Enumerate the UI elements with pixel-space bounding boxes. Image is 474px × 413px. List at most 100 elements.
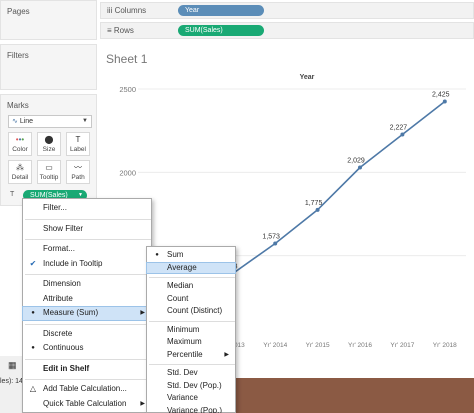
tooltip-label: Tooltip xyxy=(39,174,59,181)
menu-separator xyxy=(25,379,151,380)
rows-icon: ≡ xyxy=(107,26,112,35)
x-tick-label: Yr' 2014 xyxy=(263,342,287,349)
menu-item-include-in-tooltip[interactable]: ✔ Include in Tooltip xyxy=(23,258,151,271)
menu-item-format[interactable]: Format... xyxy=(23,243,151,256)
path-icon: 〰 xyxy=(74,163,82,172)
aggregation-submenu[interactable]: ● Sum Average Median Count Count (Distinct) Mi… xyxy=(146,246,236,413)
chart-title: Year xyxy=(300,74,315,81)
menu-item-label: Discrete xyxy=(43,328,73,338)
menu-separator xyxy=(25,239,151,240)
filters-pane[interactable]: Filters xyxy=(0,44,97,90)
menu-item-label: Std. Dev (Pop.) xyxy=(167,380,222,390)
data-label: 2,425 xyxy=(432,92,450,99)
x-tick-label: Yr' 2016 xyxy=(348,342,372,349)
submenu-item-std-dev[interactable]: Std. Dev xyxy=(147,368,235,379)
menu-separator xyxy=(149,320,235,322)
menu-item-show-filter[interactable]: Show Filter xyxy=(23,223,151,236)
color-button[interactable]: ••• Color xyxy=(8,132,32,156)
menu-separator xyxy=(25,218,151,220)
tooltip-button[interactable]: ▭ Tooltip xyxy=(37,160,61,184)
rows-shelf[interactable]: ≡ Rows SUM(Sales) xyxy=(100,22,474,39)
sum-sales-rows-pill[interactable]: SUM(Sales) xyxy=(178,25,264,36)
detail-button[interactable]: ⁂ Detail xyxy=(8,160,32,184)
rows-pill-label: SUM(Sales) xyxy=(185,27,223,34)
rows-label-text: Rows xyxy=(113,26,134,35)
y-tick-label: 2500 xyxy=(119,85,136,94)
submenu-arrow-icon: ▶ xyxy=(140,400,145,407)
menu-item-label: Count xyxy=(167,293,189,303)
size-icon: ⬤ xyxy=(44,135,54,144)
menu-item-label: Include in Tooltip xyxy=(43,258,103,268)
data-point xyxy=(358,165,362,170)
label-label: Label xyxy=(70,146,86,153)
data-point xyxy=(400,132,405,137)
menu-item-label: Continuous xyxy=(43,343,84,352)
filters-label: Filters xyxy=(7,51,29,60)
menu-item-continuous[interactable]: ● Continuous xyxy=(23,342,151,355)
submenu-item-minimum[interactable]: Minimum xyxy=(147,325,235,336)
menu-item-quick-table-calculation[interactable]: Quick Table Calculation ▶ xyxy=(23,398,151,411)
mark-type-dropdown[interactable]: ∿ Line ▼ xyxy=(8,115,92,128)
pages-pane[interactable]: Pages xyxy=(0,0,97,40)
menu-item-add-table-calculation[interactable]: △ Add Table Calculation... xyxy=(23,383,151,396)
data-point xyxy=(442,99,447,104)
year-pill[interactable]: Year xyxy=(178,5,264,16)
columns-shelf[interactable]: iii Columns Year xyxy=(100,2,474,19)
columns-shelf-label: iii Columns xyxy=(107,6,146,15)
bullet-icon: ● xyxy=(31,345,35,351)
pages-label: Pages xyxy=(7,7,30,16)
menu-separator xyxy=(149,364,235,365)
y-tick-label: 2000 xyxy=(119,168,136,177)
color-dots-icon: ••• xyxy=(15,135,25,144)
submenu-item-average[interactable]: Average xyxy=(146,261,236,274)
checkmark-icon: ✔ xyxy=(29,258,37,268)
menu-item-label: Variance xyxy=(167,393,198,402)
label-button[interactable]: T Label xyxy=(66,132,90,156)
submenu-item-percentile[interactable]: Percentile ▶ xyxy=(147,350,235,361)
columns-icon: iii xyxy=(107,6,113,15)
x-tick-label: Yr' 2015 xyxy=(306,342,330,349)
label-icon: T xyxy=(75,135,81,144)
submenu-item-maximum[interactable]: Maximum xyxy=(147,337,235,348)
menu-item-filter[interactable]: Filter... xyxy=(23,202,151,215)
menu-item-measure-sum[interactable]: ● Measure (Sum) ▶ xyxy=(22,306,152,321)
path-button[interactable]: 〰 Path xyxy=(66,160,90,184)
tooltip-icon: ▭ xyxy=(45,163,53,172)
menu-item-discrete[interactable]: Discrete xyxy=(23,328,151,341)
menu-item-label: Minimum xyxy=(167,324,200,334)
data-point xyxy=(315,207,320,212)
menu-item-label: Format... xyxy=(43,244,76,253)
color-label: Color xyxy=(12,146,28,153)
submenu-item-sum[interactable]: ● Sum xyxy=(147,250,235,261)
menu-item-dimension[interactable]: Dimension xyxy=(23,278,151,291)
menu-item-edit-in-shelf[interactable]: Edit in Shelf xyxy=(23,363,151,376)
label-field-icon: T xyxy=(10,191,15,198)
line-mark-icon: ∿ xyxy=(12,118,20,125)
submenu-arrow-icon: ▶ xyxy=(224,351,229,358)
submenu-item-median[interactable]: Median xyxy=(147,281,235,292)
submenu-item-variance-pop[interactable]: Variance (Pop.) xyxy=(147,406,235,413)
submenu-arrow-icon: ▶ xyxy=(140,310,145,316)
menu-item-label: Variance (Pop.) xyxy=(167,405,222,413)
menu-item-attribute[interactable]: Attribute xyxy=(23,293,151,306)
columns-label-text: Columns xyxy=(114,6,147,15)
menu-item-label: Filter... xyxy=(43,203,68,212)
bullet-icon: ● xyxy=(155,252,159,258)
menu-item-label: Quick Table Calculation xyxy=(43,398,127,408)
size-button[interactable]: ⬤ Size xyxy=(37,132,61,156)
submenu-item-count[interactable]: Count xyxy=(147,294,235,305)
marks-card[interactable]: Marks ∿ Line ▼ ••• Color ⬤ Size T Label … xyxy=(0,94,97,206)
menu-item-label: Maximum xyxy=(167,337,202,346)
x-tick-label: Yr' 2018 xyxy=(433,342,457,349)
submenu-item-variance[interactable]: Variance xyxy=(147,393,235,404)
detail-label: Detail xyxy=(11,174,29,181)
context-menu[interactable]: Filter... Show Filter Format... ✔ Include in… xyxy=(22,198,152,413)
grid-icon[interactable]: ▦ xyxy=(8,360,17,371)
sheet-title: Sheet 1 xyxy=(106,52,148,66)
menu-separator xyxy=(149,277,235,278)
menu-separator xyxy=(25,274,151,275)
submenu-item-std-dev-pop[interactable]: Std. Dev (Pop.) xyxy=(147,381,235,392)
year-pill-label: Year xyxy=(185,7,200,14)
submenu-item-count-distinct[interactable]: Count (Distinct) xyxy=(147,306,235,317)
path-label: Path xyxy=(71,174,85,181)
